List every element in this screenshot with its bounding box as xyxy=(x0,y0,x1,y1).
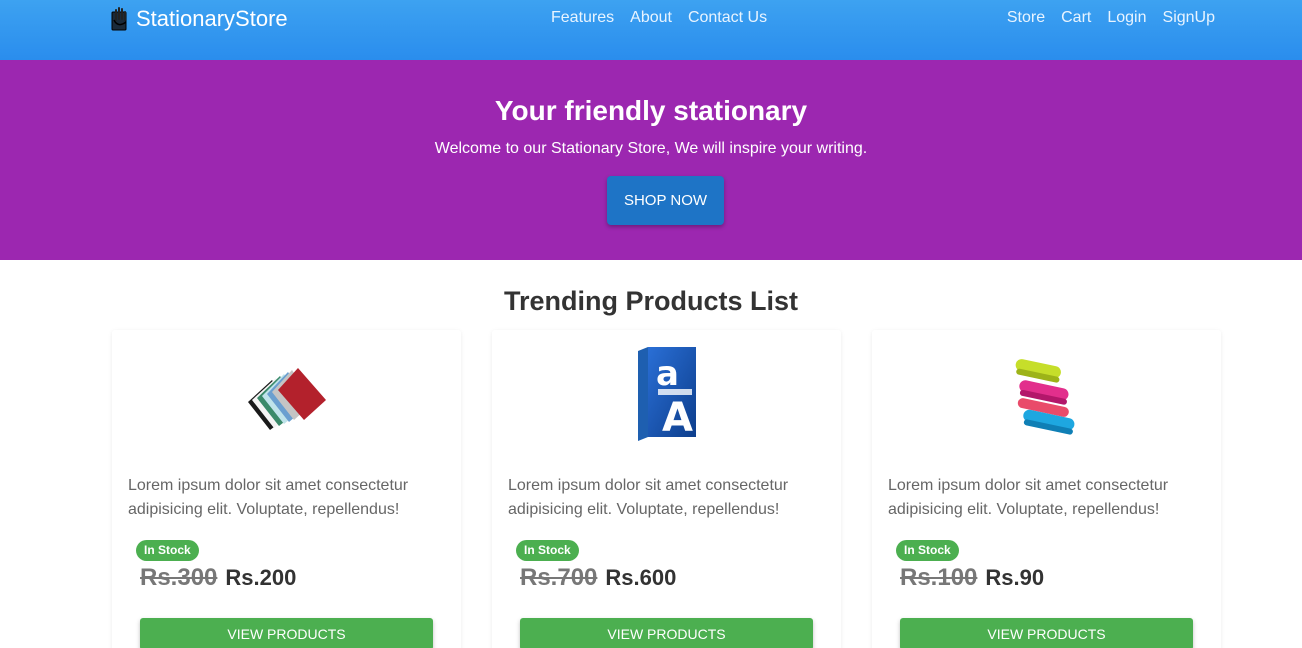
navbar: StationaryStore Features About Contact U… xyxy=(0,0,1302,60)
hero-banner: Your friendly stationary Welcome to our … xyxy=(0,60,1302,260)
product-card: Lorem ipsum dolor sit amet consectetur a… xyxy=(112,330,461,648)
old-price: Rs.700 xyxy=(520,564,598,591)
new-price: Rs.90 xyxy=(985,565,1045,590)
nav-link-login[interactable]: Login xyxy=(1107,9,1146,27)
nav-link-contact-us[interactable]: Contact Us xyxy=(688,9,767,27)
new-price: Rs.600 xyxy=(605,565,677,590)
hero-subtitle: Welcome to our Stationary Store, We will… xyxy=(434,140,868,157)
old-price: Rs.300 xyxy=(140,564,218,591)
product-image xyxy=(872,340,1221,450)
product-description: Lorem ipsum dolor sit amet consectetur a… xyxy=(508,477,789,518)
in-stock-badge: In Stock xyxy=(136,540,199,561)
nav-link-about[interactable]: About xyxy=(630,9,672,27)
nav-link-cart[interactable]: Cart xyxy=(1061,9,1091,27)
shop-now-button[interactable]: SHOP NOW xyxy=(607,176,724,225)
svg-text:a: a xyxy=(656,354,679,394)
view-products-button[interactable]: VIEW PRODUCTS xyxy=(520,618,813,648)
nav-link-signup[interactable]: SignUp xyxy=(1163,9,1215,27)
svg-text:A: A xyxy=(662,395,693,441)
price-row: Rs.300 Rs.200 xyxy=(140,564,296,592)
paper-ream-image: a A xyxy=(637,347,696,441)
view-products-button[interactable]: VIEW PRODUCTS xyxy=(140,618,433,648)
nav-right: Store Cart Login SignUp xyxy=(1007,9,1215,27)
brand-name: StationaryStore xyxy=(136,6,288,31)
product-image xyxy=(112,340,461,450)
nav-link-features[interactable]: Features xyxy=(551,9,614,27)
hand-book-icon xyxy=(111,7,127,31)
product-description: Lorem ipsum dolor sit amet consectetur a… xyxy=(888,477,1169,518)
price-row: Rs.700 Rs.600 xyxy=(520,564,676,592)
product-card: Lorem ipsum dolor sit amet consectetur a… xyxy=(872,330,1221,648)
old-price: Rs.100 xyxy=(900,564,978,591)
in-stock-badge: In Stock xyxy=(516,540,579,561)
hero-title: Your friendly stationary xyxy=(494,95,808,126)
folders-image xyxy=(247,368,326,430)
product-description: Lorem ipsum dolor sit amet consectetur a… xyxy=(128,477,409,518)
section-title: Trending Products List xyxy=(503,286,799,316)
product-card: a A Lorem ipsum dolor sit amet consectet… xyxy=(492,330,841,648)
new-price: Rs.200 xyxy=(225,565,297,590)
in-stock-badge: In Stock xyxy=(896,540,959,561)
price-row: Rs.100 Rs.90 xyxy=(900,564,1044,592)
nav-link-store[interactable]: Store xyxy=(1007,9,1045,27)
brand[interactable]: StationaryStore xyxy=(110,6,288,32)
view-products-button[interactable]: VIEW PRODUCTS xyxy=(900,618,1193,648)
nav-center: Features About Contact Us xyxy=(551,9,767,27)
staplers-image xyxy=(1015,359,1074,435)
product-image: a A xyxy=(492,340,841,450)
